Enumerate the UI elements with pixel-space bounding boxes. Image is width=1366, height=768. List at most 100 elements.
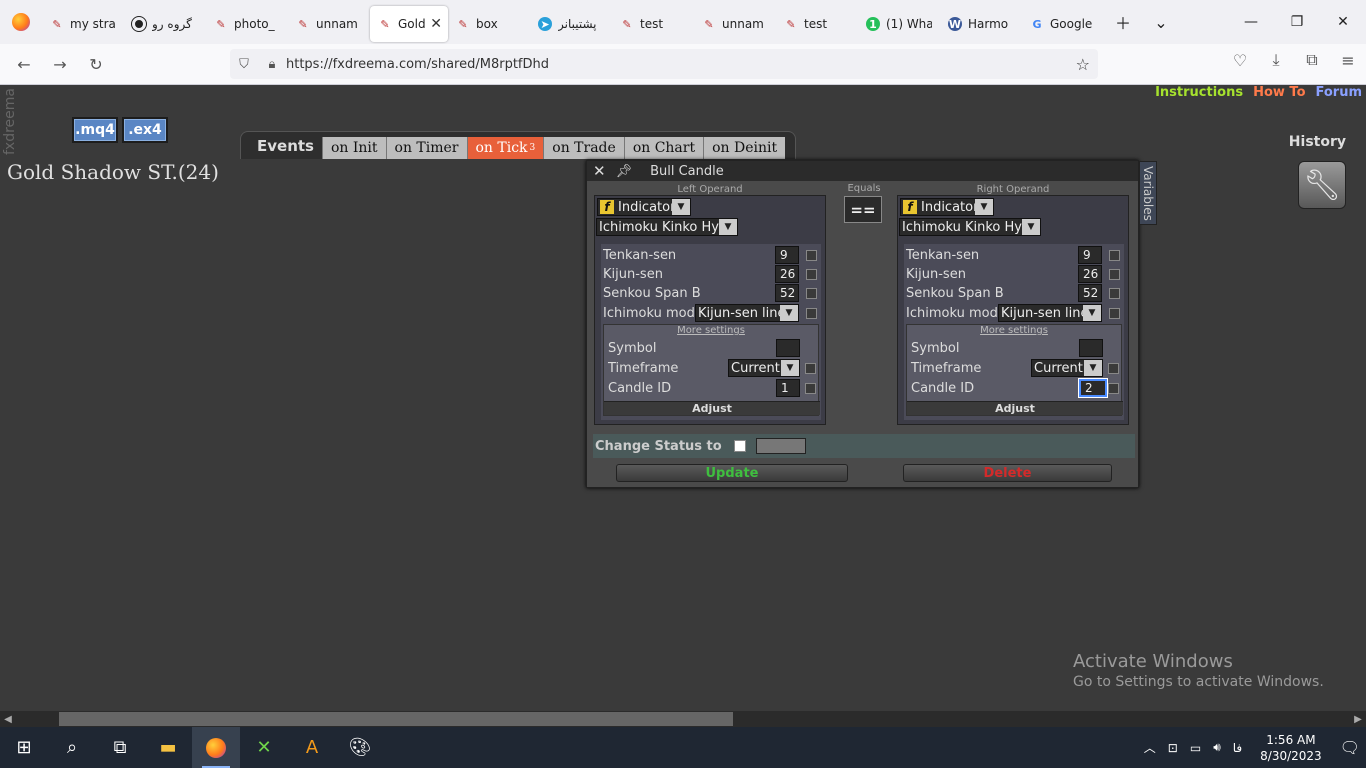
- mq4-button[interactable]: .mq4: [72, 117, 118, 143]
- change-status-checkbox[interactable]: [733, 440, 746, 452]
- dialog-title[interactable]: Bull Candle: [650, 164, 724, 179]
- instructions-link[interactable]: Instructions: [1155, 85, 1243, 100]
- checkbox[interactable]: [1108, 362, 1119, 374]
- tab-on-deinit[interactable]: on Deinit: [703, 137, 786, 159]
- variables-tab[interactable]: Variables: [1139, 161, 1157, 225]
- app-a-icon[interactable]: A: [288, 727, 336, 768]
- checkbox[interactable]: [1109, 249, 1120, 261]
- menu-icon[interactable]: ≡: [1330, 44, 1366, 76]
- chevron-down-icon[interactable]: ▼: [672, 199, 690, 215]
- notification-icon[interactable]: 🗨︎: [1334, 738, 1366, 757]
- chevron-down-icon[interactable]: ▼: [780, 305, 798, 321]
- status-color-picker[interactable]: [755, 438, 806, 454]
- browser-tab[interactable]: ✎ test: [612, 6, 694, 42]
- ex4-button[interactable]: .ex4: [122, 117, 168, 143]
- checkbox[interactable]: [1109, 307, 1120, 319]
- kijun-input[interactable]: 26: [775, 265, 799, 283]
- tab-on-trade[interactable]: on Trade: [543, 137, 624, 159]
- firefox-taskbar-icon[interactable]: [192, 727, 240, 768]
- volume-icon[interactable]: 🔊︎: [1207, 740, 1227, 755]
- search-icon[interactable]: ⌕: [48, 727, 96, 768]
- checkbox[interactable]: [1108, 382, 1119, 394]
- chevron-down-icon[interactable]: ▼: [1083, 305, 1101, 321]
- chevron-down-icon[interactable]: ▼: [1084, 360, 1102, 376]
- checkbox[interactable]: [1109, 268, 1120, 280]
- forward-icon[interactable]: →: [42, 48, 78, 80]
- wrench-icon[interactable]: 🔧︎: [1298, 161, 1346, 209]
- candle-id-input[interactable]: 2: [1078, 378, 1108, 398]
- right-operand-type-select[interactable]: f Indicator ▼: [900, 198, 994, 216]
- timeframe-select[interactable]: Current ▼: [1031, 359, 1103, 377]
- browser-tab[interactable]: ✎ my stra: [42, 6, 124, 42]
- adjust-button[interactable]: Adjust: [907, 401, 1123, 415]
- left-indicator-select[interactable]: Ichimoku Kinko Hyo ▼: [596, 218, 738, 236]
- shield-icon[interactable]: ⛉: [230, 57, 258, 72]
- close-window-icon[interactable]: ✕: [1320, 0, 1366, 44]
- candle-id-input[interactable]: 1: [776, 379, 800, 397]
- checkbox[interactable]: [806, 249, 817, 261]
- pin-icon[interactable]: 📌︎: [616, 164, 633, 179]
- tab-on-timer[interactable]: on Timer: [385, 137, 467, 159]
- metatrader-icon[interactable]: ✕: [240, 727, 288, 768]
- tenkan-input[interactable]: 9: [775, 246, 799, 264]
- browser-tab[interactable]: G Google: [1022, 6, 1104, 42]
- download-icon[interactable]: ⤓: [1258, 44, 1294, 76]
- symbol-input[interactable]: [776, 339, 800, 357]
- delete-button[interactable]: Delete: [903, 464, 1112, 482]
- checkbox[interactable]: [806, 268, 817, 280]
- checkbox[interactable]: [806, 307, 817, 319]
- firefox-menu-icon[interactable]: [0, 0, 42, 44]
- checkbox[interactable]: [805, 362, 816, 374]
- bookmark-star-icon[interactable]: ☆: [1076, 55, 1090, 74]
- tab-on-init[interactable]: on Init: [321, 137, 386, 159]
- network-warning-icon[interactable]: ⊡: [1162, 741, 1184, 755]
- clock[interactable]: 1:56 AM 8/30/2023: [1248, 732, 1334, 764]
- history-link[interactable]: History: [1289, 134, 1346, 150]
- restore-icon[interactable]: ❐: [1274, 0, 1320, 44]
- language-indicator[interactable]: فا: [1227, 741, 1248, 755]
- senkou-input[interactable]: 52: [775, 284, 799, 302]
- tenkan-input[interactable]: 9: [1078, 246, 1102, 264]
- pocket-icon[interactable]: ♡: [1222, 44, 1258, 76]
- checkbox[interactable]: [805, 382, 816, 394]
- browser-tab[interactable]: W Harmo: [940, 6, 1022, 42]
- browser-tab[interactable]: ✎ photo_: [206, 6, 288, 42]
- senkou-input[interactable]: 52: [1078, 284, 1102, 302]
- browser-tab[interactable]: 1 (1) Wha: [858, 6, 940, 42]
- right-indicator-select[interactable]: Ichimoku Kinko Hyo ▼: [899, 218, 1041, 236]
- task-view-icon[interactable]: ⧉: [96, 727, 144, 768]
- network-icon[interactable]: ▭: [1184, 741, 1207, 755]
- adjust-button[interactable]: Adjust: [604, 401, 820, 415]
- back-icon[interactable]: ←: [6, 48, 42, 80]
- browser-tab[interactable]: ✎ box: [448, 6, 530, 42]
- browser-tab-active[interactable]: ✎ Gold ✕: [370, 6, 448, 42]
- lock-icon[interactable]: 🔒︎: [258, 57, 286, 72]
- close-tab-icon[interactable]: ✕: [430, 16, 442, 32]
- chevron-down-icon[interactable]: ▼: [975, 199, 993, 215]
- horizontal-scrollbar[interactable]: ◀ ▶: [0, 711, 1366, 727]
- browser-tab[interactable]: ➤ پشتیبانر: [530, 6, 612, 42]
- checkbox[interactable]: [806, 287, 817, 299]
- scroll-right-icon[interactable]: ▶: [1350, 711, 1366, 727]
- scrollbar-thumb[interactable]: [59, 712, 733, 726]
- chevron-down-icon[interactable]: ▼: [1022, 219, 1040, 235]
- tab-on-chart[interactable]: on Chart: [623, 137, 704, 159]
- symbol-input[interactable]: [1079, 339, 1103, 357]
- browser-tab[interactable]: گروه رو: [124, 6, 206, 42]
- paint-icon[interactable]: 🎨︎: [336, 727, 384, 768]
- chevron-down-icon[interactable]: ⌄: [1142, 0, 1180, 44]
- mode-select[interactable]: Kijun-sen line ▼: [695, 304, 799, 322]
- browser-tab[interactable]: ✎ unnam: [288, 6, 370, 42]
- howto-link[interactable]: How To: [1253, 85, 1305, 100]
- forum-link[interactable]: Forum: [1316, 85, 1363, 100]
- left-operand-type-select[interactable]: f Indicator ▼: [597, 198, 691, 216]
- chevron-down-icon[interactable]: ▼: [719, 219, 737, 235]
- comparison-operator[interactable]: ==: [844, 196, 882, 223]
- extensions-icon[interactable]: ⧉: [1294, 44, 1330, 76]
- tab-on-tick[interactable]: on Tick 3: [466, 137, 544, 159]
- reload-icon[interactable]: ↻: [78, 48, 114, 80]
- timeframe-select[interactable]: Current ▼: [728, 359, 800, 377]
- more-settings-title[interactable]: More settings: [604, 325, 818, 337]
- chevron-up-icon[interactable]: ︿: [1138, 739, 1162, 756]
- mode-select[interactable]: Kijun-sen line ▼: [998, 304, 1102, 322]
